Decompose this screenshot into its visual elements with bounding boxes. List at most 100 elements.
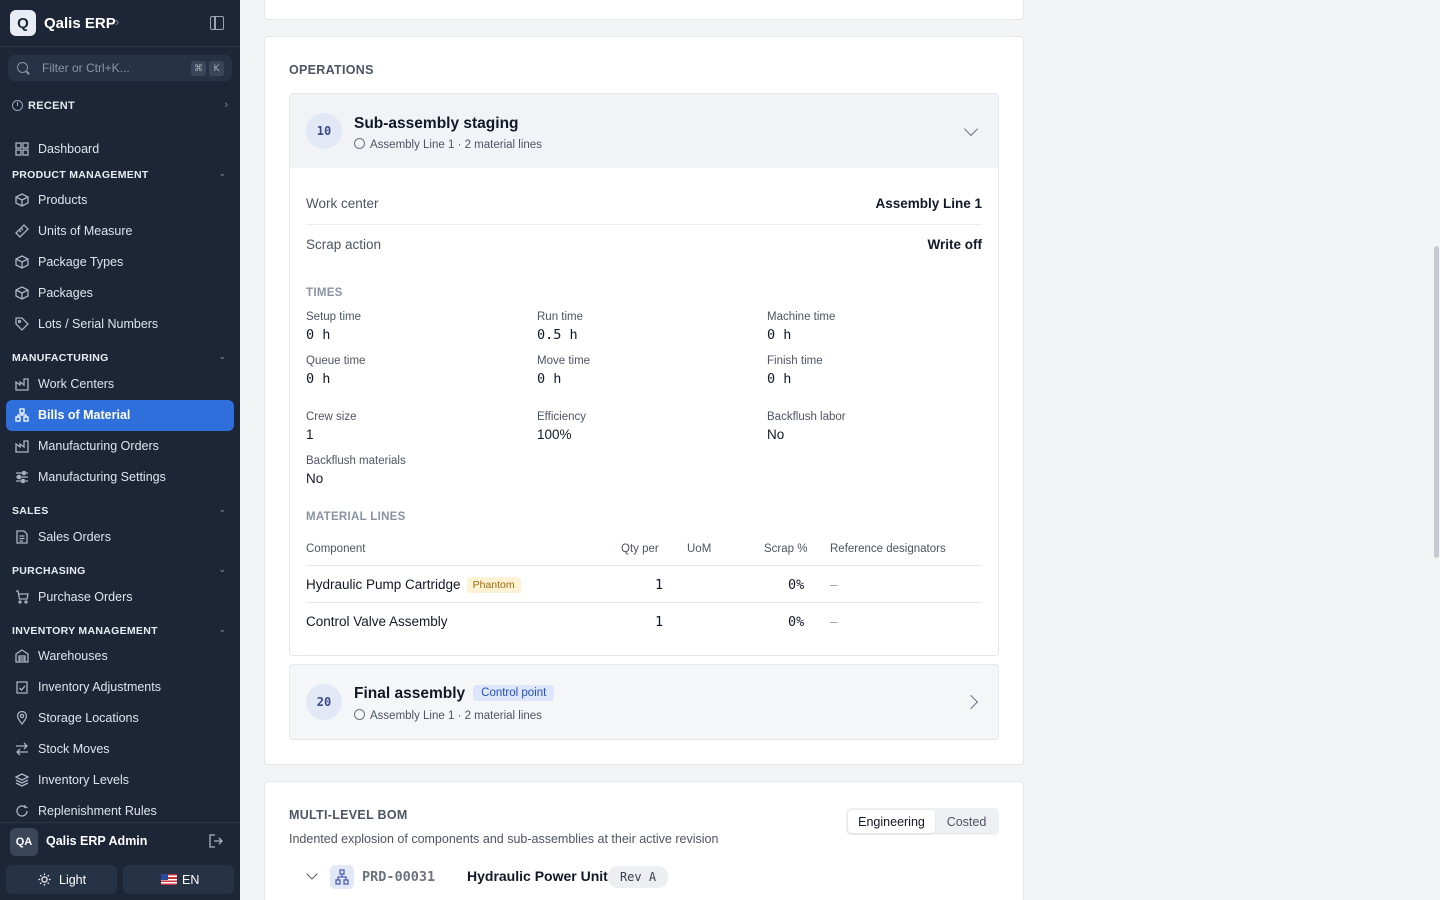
move-time-value: 0 h <box>537 371 562 387</box>
clock-icon <box>12 100 23 111</box>
sun-icon <box>38 873 51 886</box>
finish-time-value: 0 h <box>767 371 792 387</box>
cmd-key-icon: ⌘ <box>191 61 206 76</box>
sidebar-item-replenishment-rules[interactable]: Replenishment Rules <box>6 796 234 818</box>
component-cell: Hydraulic Pump Cartridge Phantom <box>306 577 521 593</box>
page-scrollbar[interactable] <box>1434 246 1439 558</box>
chevron-right-icon: › <box>224 99 228 111</box>
table-row[interactable]: Hydraulic Pump Cartridge Phantom 1 0% – <box>306 565 982 602</box>
column-header-uom: UoM <box>687 543 712 555</box>
app-switcher-chevron-icon[interactable]: › <box>115 14 119 29</box>
table-row[interactable]: Control Valve Assembly 1 0% – <box>306 602 982 639</box>
setup-time-label: Setup time <box>306 311 361 323</box>
engineering-toggle-button[interactable]: Engineering <box>848 810 935 833</box>
operation-title: Sub-assembly staging <box>354 115 519 132</box>
product-name[interactable]: Hydraulic Power Unit <box>467 868 608 884</box>
recent-label: RECENT <box>28 100 76 112</box>
sidebar-item-units-of-measure[interactable]: Units of Measure <box>6 216 234 247</box>
section-label: PRODUCT MANAGEMENT <box>12 169 149 181</box>
user-name[interactable]: Qalis ERP Admin <box>46 834 147 848</box>
section-inventory-management[interactable]: INVENTORY MANAGEMENT ⌄ <box>12 624 228 639</box>
sidebar-item-inventory-adjustments[interactable]: Inventory Adjustments <box>6 672 234 703</box>
view-toggle: Engineering Costed <box>846 808 999 835</box>
sidebar-item-packages[interactable]: Packages <box>6 278 234 309</box>
sidebar-item-stock-moves[interactable]: Stock Moves <box>6 734 234 765</box>
operation-header[interactable]: 10 Sub-assembly staging Assembly Line 1 … <box>290 94 998 168</box>
sidebar-item-label: Package Types <box>38 255 124 269</box>
sidebar-item-label: Storage Locations <box>38 711 139 725</box>
app-name[interactable]: Qalis ERP <box>44 15 116 32</box>
operations-card: OPERATIONS 10 Sub-assembly staging Assem… <box>264 36 1024 765</box>
section-manufacturing[interactable]: MANUFACTURING ⌄ <box>12 351 228 366</box>
sidebar-item-package-types[interactable]: Package Types <box>6 247 234 278</box>
sidebar-item-label: Lots / Serial Numbers <box>38 317 159 331</box>
search-input[interactable]: Filter or Ctrl+K... ⌘ K <box>8 55 232 81</box>
section-sales[interactable]: SALES ⌄ <box>12 504 228 519</box>
backflush-labor-label: Backflush labor <box>767 411 846 423</box>
phantom-badge: Phantom <box>466 577 521 593</box>
work-center-label: Work center <box>306 196 379 211</box>
sidebar-item-label: Work Centers <box>38 377 115 391</box>
queue-time-value: 0 h <box>306 371 331 387</box>
section-purchasing[interactable]: PURCHASING ⌄ <box>12 564 228 579</box>
operation-20[interactable]: 20 Final assembly Control point Assembly … <box>289 664 999 740</box>
sidebar-item-purchase-orders[interactable]: Purchase Orders <box>6 582 234 613</box>
sidebar-item-lots-serial-numbers[interactable]: Lots / Serial Numbers <box>6 309 234 340</box>
operations-title: OPERATIONS <box>289 63 374 77</box>
scrap-cell: 0% <box>788 614 805 630</box>
sidebar-item-products[interactable]: Products <box>6 185 234 216</box>
section-label: SALES <box>12 505 49 517</box>
operation-subtitle-text: Assembly Line 1 · 2 material lines <box>370 139 542 151</box>
multi-level-bom-card: MULTI-LEVEL BOM Indented explosion of co… <box>264 781 1024 900</box>
factory-icon <box>15 440 29 453</box>
column-header-reference-designators: Reference designators <box>830 543 946 555</box>
sidebar-item-bills-of-material[interactable]: Bills of Material <box>6 400 234 431</box>
efficiency-value: 100% <box>537 427 572 442</box>
queue-time-label: Queue time <box>306 355 366 367</box>
recent-toggle[interactable]: RECENT › <box>12 99 228 115</box>
sidebar-item-dashboard[interactable]: Dashboard <box>6 134 234 165</box>
efficiency-label: Efficiency <box>537 411 587 423</box>
operation-number: 20 <box>306 684 342 720</box>
language-selector[interactable]: EN <box>123 865 234 894</box>
sidebar-item-sales-orders[interactable]: Sales Orders <box>6 522 234 553</box>
qty-per-cell: 1 <box>655 614 664 630</box>
sidebar-item-work-centers[interactable]: Work Centers <box>6 369 234 400</box>
costed-toggle-button[interactable]: Costed <box>936 810 997 833</box>
machine-time-value: 0 h <box>767 327 792 343</box>
theme-toggle-button[interactable]: Light <box>6 865 117 894</box>
search-placeholder: Filter or Ctrl+K... <box>42 61 130 75</box>
document-icon <box>16 530 28 544</box>
chevron-down-icon[interactable] <box>306 868 318 880</box>
run-time-label: Run time <box>537 311 584 323</box>
sidebar-item-label: Bills of Material <box>38 408 131 422</box>
sidebar-item-inventory-levels[interactable]: Inventory Levels <box>6 765 234 796</box>
package-icon <box>15 255 29 269</box>
control-point-badge: Control point <box>473 685 555 701</box>
section-label: INVENTORY MANAGEMENT <box>12 625 158 637</box>
run-time-value: 0.5 h <box>537 327 578 343</box>
app-logo[interactable]: Q <box>10 10 36 36</box>
backflush-labor-value: No <box>767 427 785 442</box>
sidebar-item-manufacturing-orders[interactable]: Manufacturing Orders <box>6 431 234 462</box>
chevron-down-icon: ⌄ <box>218 504 226 514</box>
sidebar-item-manufacturing-settings[interactable]: Manufacturing Settings <box>6 462 234 493</box>
work-center-value[interactable]: Assembly Line 1 <box>875 196 982 211</box>
chevron-right-icon[interactable] <box>963 694 979 710</box>
search-icon <box>17 62 28 73</box>
section-product-management[interactable]: PRODUCT MANAGEMENT ⌄ <box>12 168 228 183</box>
chevron-down-icon[interactable] <box>963 121 979 137</box>
sidebar-item-storage-locations[interactable]: Storage Locations <box>6 703 234 734</box>
operation-10: 10 Sub-assembly staging Assembly Line 1 … <box>289 93 999 656</box>
sidebar-nav: Dashboard PRODUCT MANAGEMENT ⌄ Products … <box>0 134 240 818</box>
sidebar-item-label: Products <box>38 193 88 207</box>
hierarchy-icon <box>15 408 29 422</box>
product-code[interactable]: PRD-00031 <box>362 869 435 885</box>
revision-badge: Rev A <box>608 866 668 888</box>
crew-size-label: Crew size <box>306 411 357 423</box>
sidebar-item-warehouses[interactable]: Warehouses <box>6 641 234 672</box>
sidebar-item-label: Replenishment Rules <box>38 804 157 818</box>
collapse-sidebar-icon[interactable] <box>210 15 224 30</box>
logout-icon[interactable] <box>209 834 223 848</box>
avatar[interactable]: QA <box>10 828 38 856</box>
